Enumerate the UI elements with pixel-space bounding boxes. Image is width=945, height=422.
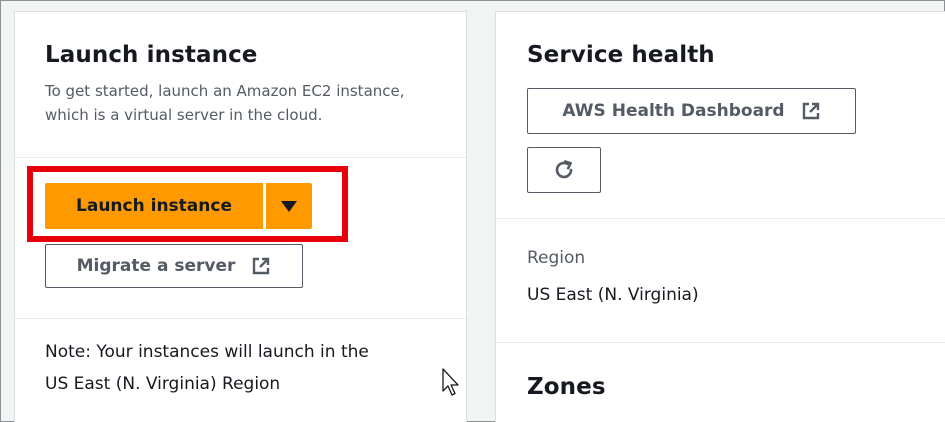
description-line: which is a virtual server in the cloud. bbox=[45, 106, 323, 124]
launch-instance-button[interactable]: Launch instance bbox=[45, 183, 263, 229]
note-line: Note: Your instances will launch in the bbox=[45, 342, 369, 362]
launch-note: Note: Your instances will launch in the … bbox=[45, 336, 369, 400]
description-line: To get started, launch an Amazon EC2 ins… bbox=[45, 82, 405, 100]
note-line: US East (N. Virginia) Region bbox=[45, 374, 281, 394]
external-link-icon bbox=[802, 102, 819, 120]
migrate-server-label: Migrate a server bbox=[76, 256, 236, 276]
divider bbox=[496, 218, 945, 219]
divider bbox=[15, 157, 466, 158]
mouse-pointer-icon bbox=[442, 368, 459, 396]
service-health-panel: Service health AWS Health Dashboard Regi… bbox=[495, 11, 945, 422]
service-health-title: Service health bbox=[527, 42, 715, 68]
panel-title: Launch instance bbox=[45, 42, 258, 68]
migrate-server-button[interactable]: Migrate a server bbox=[45, 244, 303, 288]
refresh-button[interactable] bbox=[527, 147, 601, 193]
panel-description: To get started, launch an Amazon EC2 ins… bbox=[45, 79, 465, 127]
aws-health-dashboard-button[interactable]: AWS Health Dashboard bbox=[527, 88, 856, 134]
divider bbox=[15, 318, 466, 319]
zones-title: Zones bbox=[527, 374, 606, 400]
divider bbox=[496, 342, 945, 343]
launch-instance-panel: Launch instance To get started, launch a… bbox=[14, 11, 467, 422]
region-value: US East (N. Virginia) bbox=[527, 285, 699, 305]
console-window: Launch instance To get started, launch a… bbox=[0, 0, 945, 422]
region-label: Region bbox=[527, 248, 586, 268]
launch-button-group: Launch instance bbox=[45, 183, 312, 229]
refresh-icon bbox=[555, 160, 573, 179]
external-link-icon bbox=[253, 257, 270, 275]
aws-health-dashboard-label: AWS Health Dashboard bbox=[562, 101, 785, 121]
launch-options-dropdown-button[interactable] bbox=[266, 183, 312, 229]
caret-down-icon bbox=[281, 200, 297, 212]
